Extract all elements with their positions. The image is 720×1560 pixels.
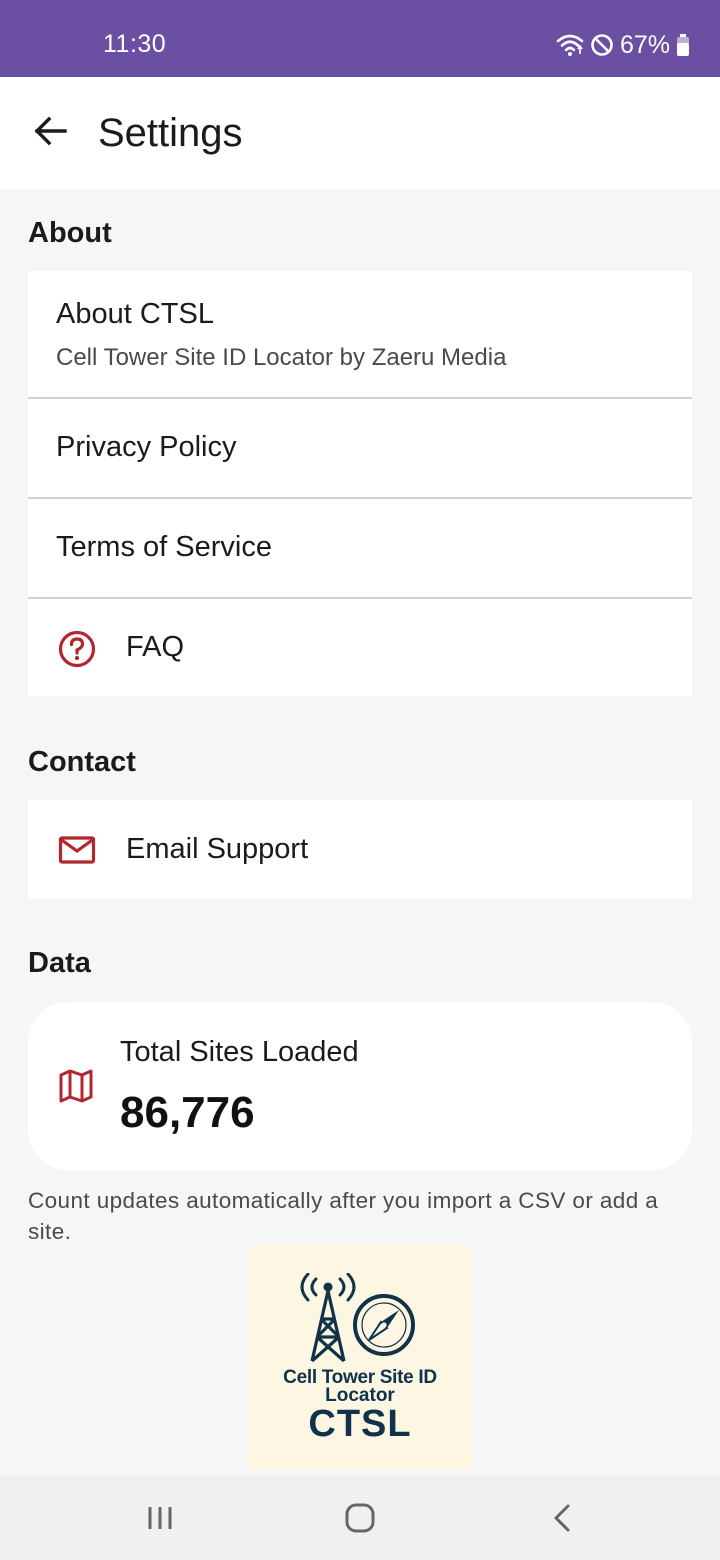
about-ctsl-subtitle: Cell Tower Site ID Locator by Zaeru Medi… [56,344,507,371]
back-button[interactable] [26,107,74,155]
about-ctsl-item[interactable]: About CTSL Cell Tower Site ID Locator by… [28,271,692,397]
mail-icon [58,836,96,864]
app-bar: Settings [0,77,720,189]
faq-label: FAQ [126,631,185,663]
do-not-disturb-icon [591,34,613,56]
page-title: Settings [98,111,243,155]
about-ctsl-title: About CTSL [56,298,214,330]
privacy-policy-label: Privacy Policy [56,431,237,463]
terms-of-service-label: Terms of Service [56,531,272,563]
home-icon [345,1503,375,1533]
battery-icon [677,34,689,56]
map-icon [59,1069,93,1103]
status-bar: 11:30 67% [0,0,720,77]
faq-item[interactable]: FAQ [28,599,692,696]
total-sites-label: Total Sites Loaded [120,1036,359,1068]
help-circle-icon [58,630,96,668]
cell-tower-compass-icon [300,1273,415,1363]
about-card: About CTSL Cell Tower Site ID Locator by… [28,271,692,696]
terms-of-service-item[interactable]: Terms of Service [28,499,692,597]
wifi-icon [556,34,584,56]
email-support-item[interactable]: Email Support [28,800,692,898]
data-note: Count updates automatically after you im… [28,1188,659,1244]
contact-card: Email Support [28,800,692,898]
total-sites-card: Total Sites Loaded 86,776 [28,1002,692,1170]
section-title-about: About [28,217,112,249]
settings-screen: 11:30 67% Settings About About CTSL Cell… [0,0,720,1560]
status-icons: 67% [556,30,690,60]
section-title-contact: Contact [28,746,136,778]
recents-icon [148,1507,172,1529]
home-button[interactable] [340,1498,380,1538]
status-time: 11:30 [103,30,167,58]
recents-button[interactable] [140,1498,180,1538]
section-title-data: Data [28,947,91,979]
app-logo: Cell Tower Site ID Locator CTSL [248,1245,472,1469]
email-support-label: Email Support [126,833,309,865]
logo-line3: CTSL [308,1403,412,1445]
total-sites-value: 86,776 [120,1088,255,1137]
privacy-policy-item[interactable]: Privacy Policy [28,399,692,497]
back-icon [554,1504,570,1532]
arrow-left-icon [34,116,67,146]
system-nav-bar [0,1476,720,1560]
battery-percent: 67% [619,30,670,59]
nav-back-button[interactable] [542,1498,582,1538]
